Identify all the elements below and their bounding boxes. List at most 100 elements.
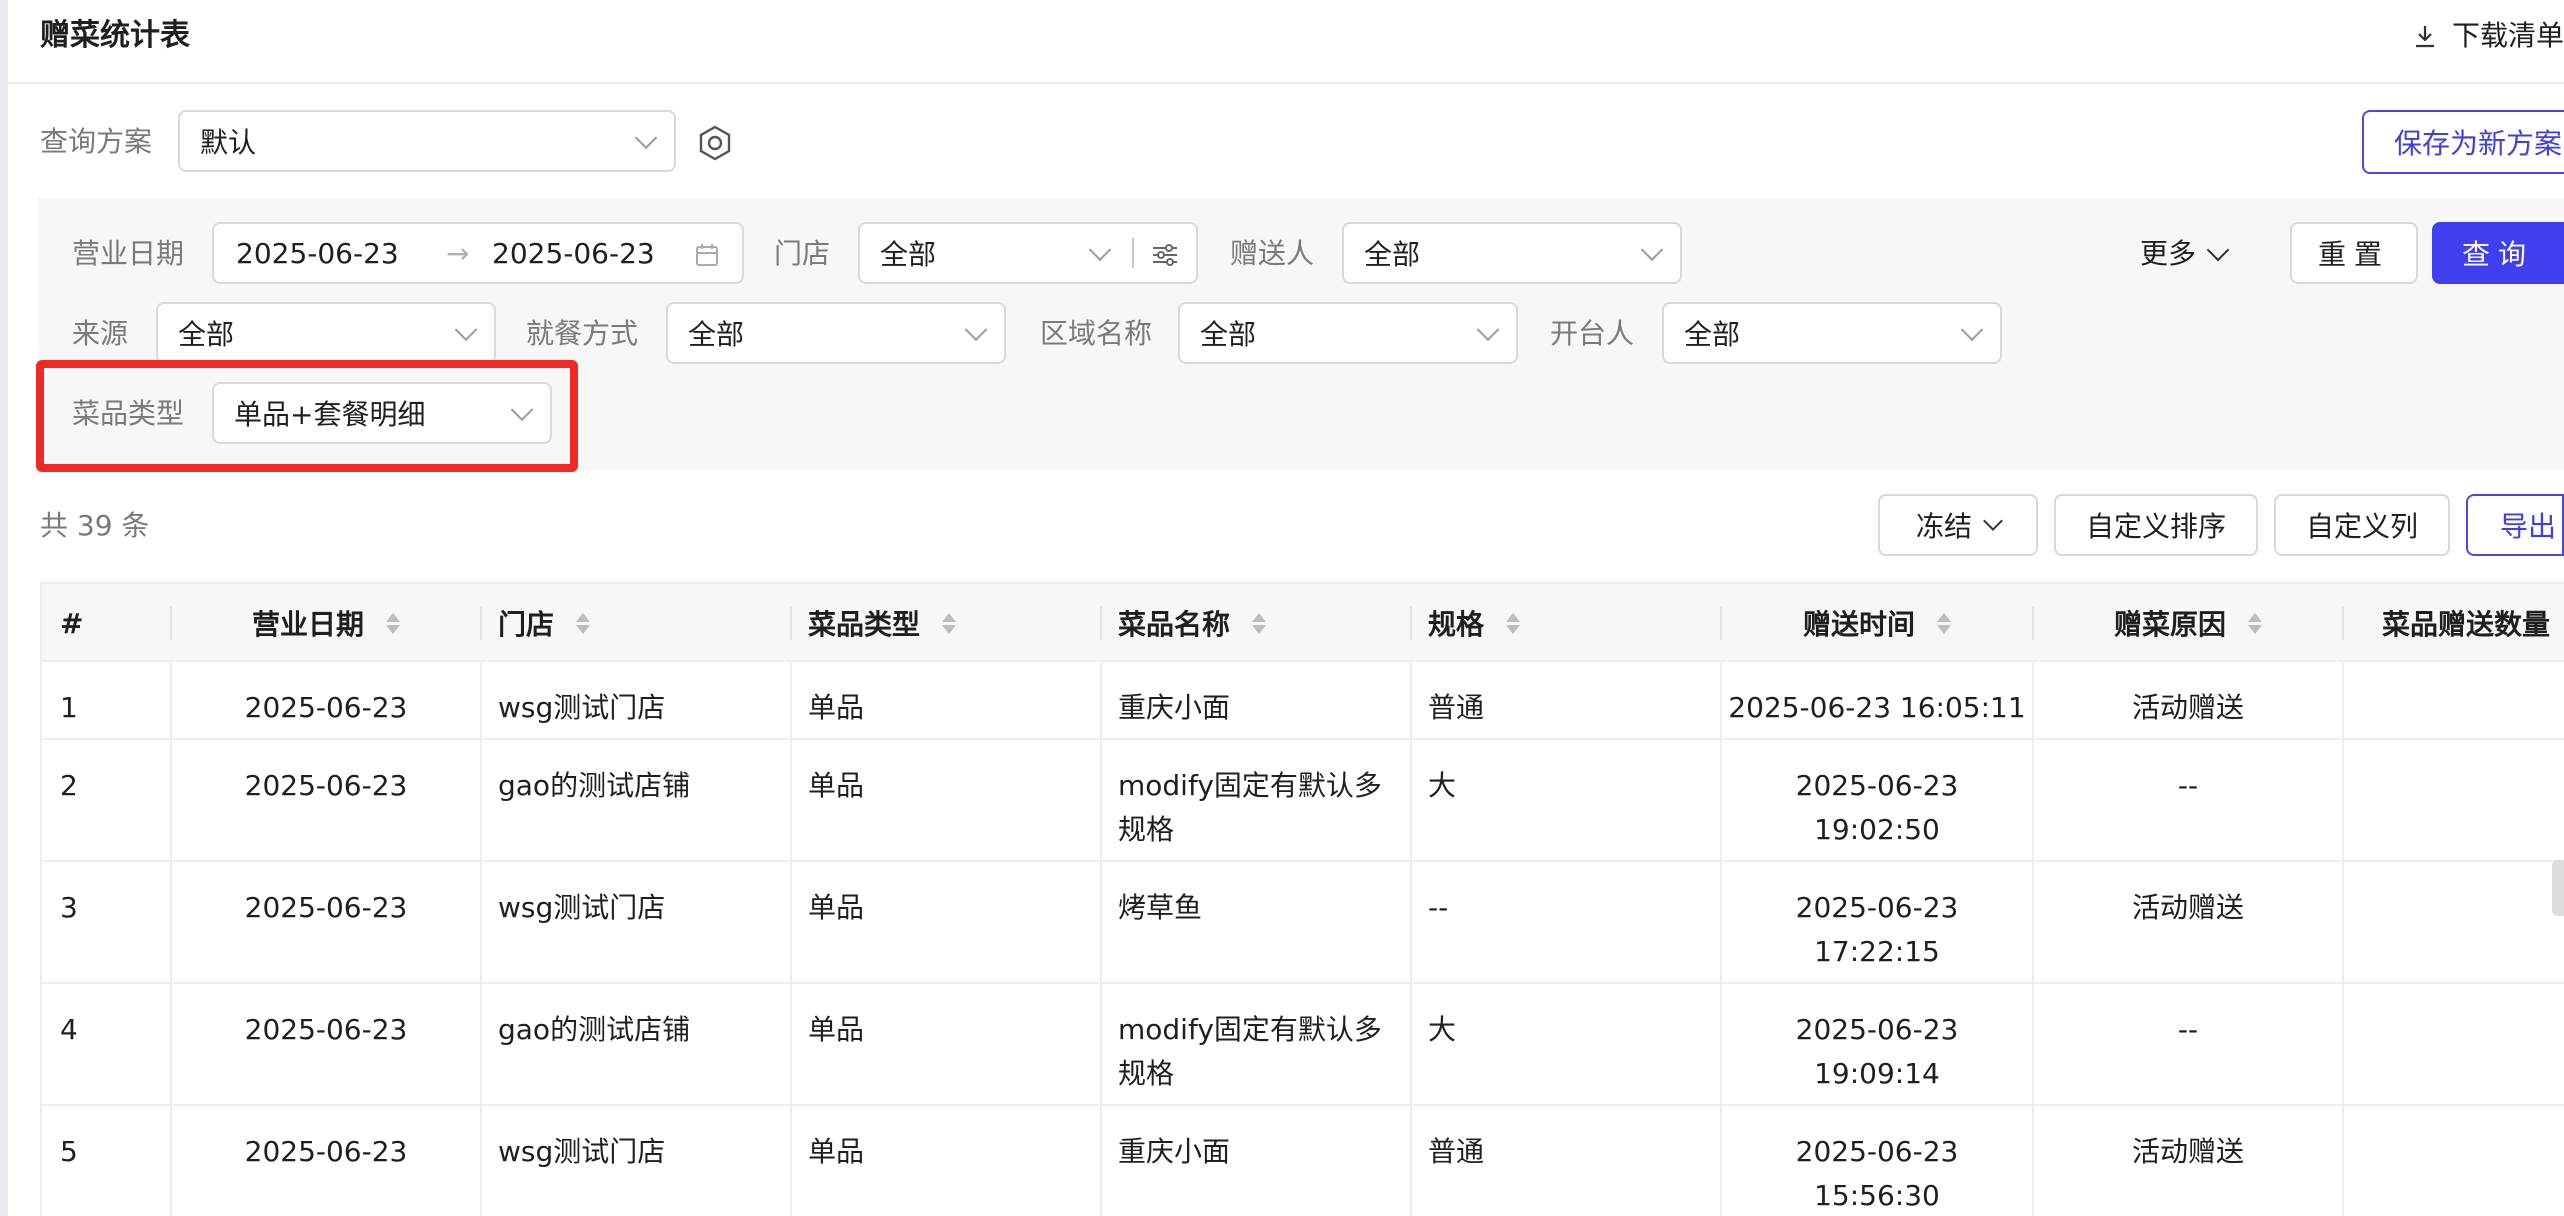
column-header-dish-name[interactable]: 菜品名称 [1118,584,1267,662]
cell-index: 3 [60,891,78,924]
sort-icon[interactable] [576,612,591,634]
cell-dish-name: 重庆小面 [1118,691,1231,724]
chevron-down-icon [454,318,478,342]
date-end[interactable]: 2025-06-23 [492,234,655,274]
chevron-down-icon [634,126,658,150]
cell-store: gao的测试店铺 [498,769,691,802]
dining-mode-select[interactable]: 全部 [666,302,1006,364]
cell-index: 4 [60,1013,78,1046]
table-row[interactable]: 1 2025-06-23 wsg测试门店 单品 重庆小面 普通 2025-06-… [42,662,2564,740]
store-select[interactable]: 全部 [858,222,1198,284]
download-icon [2416,26,2434,48]
dining-mode-label: 就餐方式 [526,317,639,350]
freeze-label: 冻结 [1915,510,1972,543]
custom-columns-button[interactable]: 自定义列 [2274,494,2450,556]
export-button[interactable]: 导出 [2466,494,2564,556]
cell-store: wsg测试门店 [498,1135,666,1168]
divider [1100,606,1102,640]
source-select[interactable]: 全部 [156,302,496,364]
horizontal-scrollbar-thumb[interactable] [2552,860,2564,916]
cell-dish-type: 单品 [808,769,865,802]
cell-business-date: 2025-06-23 [244,691,408,724]
cell-index: 1 [60,691,78,724]
cell-index: 5 [60,1135,78,1168]
query-button[interactable]: 查询 [2432,222,2564,284]
cell-dish-type: 单品 [808,691,865,724]
sort-icon[interactable] [942,612,957,634]
business-date-range-picker[interactable]: 2025-06-23 → 2025-06-23 [212,222,744,284]
area-name-select-value: 全部 [1200,318,1257,351]
download-list-button[interactable]: 下载清单 [2412,16,2564,56]
source-label: 来源 [72,317,129,350]
cell-gift-reason: -- [2177,1013,2199,1046]
cell-business-date: 2025-06-23 [244,1013,408,1046]
more-label: 更多 [2140,237,2197,270]
column-header-business-date[interactable]: 营业日期 [172,584,480,662]
column-header-store[interactable]: 门店 [498,584,591,662]
scheme-label: 查询方案 [40,125,153,158]
store-select-value: 全部 [880,238,937,271]
cell-store: wsg测试门店 [498,691,666,724]
cell-spec: 普通 [1428,1135,1485,1168]
sort-icon[interactable] [2248,612,2262,634]
table-row[interactable]: 5 2025-06-23 wsg测试门店 单品 重庆小面 普通 2025-06-… [42,1106,2564,1216]
download-list-label: 下载清单 [2452,19,2564,52]
left-strip [0,0,8,1216]
cell-gift-reason: 活动赠送 [2131,1135,2244,1168]
filter-settings-icon[interactable] [1150,240,1180,270]
chevron-down-icon [1476,318,1500,342]
divider [2342,606,2344,640]
column-header-gift-reason[interactable]: 赠菜原因 [2034,584,2342,662]
area-name-select[interactable]: 全部 [1178,302,1518,364]
chevron-down-icon [1640,238,1664,262]
chevron-down-icon [1088,238,1112,262]
cell-gift-time: 2025-06-23 19:09:14 [1795,1013,1959,1090]
highlight-annotation-box [36,360,578,472]
sort-icon[interactable] [1252,612,1267,634]
table-row[interactable]: 4 2025-06-23 gao的测试店铺 单品 modify固定有默认多 规格 … [42,984,2564,1106]
total-count: 共 39 条 [40,509,150,542]
custom-sort-button[interactable]: 自定义排序 [2054,494,2258,556]
save-new-scheme-button[interactable]: 保存为新方案 [2362,110,2564,174]
column-header-dish-type[interactable]: 菜品类型 [808,584,957,662]
column-header-spec[interactable]: 规格 [1428,584,1521,662]
sort-icon[interactable] [386,612,400,634]
cell-gift-time: 2025-06-23 15:56:30 [1795,1135,1959,1212]
column-header-index: # [60,606,84,640]
cell-dish-name: modify固定有默认多 规格 [1118,1013,1382,1090]
opener-label: 开台人 [1550,317,1635,350]
chevron-down-icon [1983,511,2003,531]
calendar-icon [696,244,718,266]
column-header-gift-quantity[interactable]: 菜品赠送数量 [2382,584,2550,662]
column-header-gift-time[interactable]: 赠送时间 [1722,584,2032,662]
gear-icon[interactable] [696,124,734,162]
cell-store: wsg测试门店 [498,891,666,924]
range-arrow-icon: → [446,237,470,270]
cell-dish-type: 单品 [808,1135,865,1168]
divider [790,606,792,640]
store-label: 门店 [774,237,831,270]
table-row[interactable]: 2 2025-06-23 gao的测试店铺 单品 modify固定有默认多 规格 … [42,740,2564,862]
scheme-select[interactable]: 默认 [178,110,676,172]
gift-dish-report-page: 赠菜统计表 下载清单 查询方案 默认 保存为新方案 营业日期 2025-06-2… [0,0,2564,1216]
sort-icon[interactable] [1506,612,1521,634]
reset-button[interactable]: 重置 [2290,222,2418,284]
gifter-select[interactable]: 全部 [1342,222,1682,284]
opener-select[interactable]: 全部 [1662,302,2002,364]
sort-icon[interactable] [1937,612,1951,634]
cell-gift-time: 2025-06-23 17:22:15 [1795,891,1959,968]
cell-gift-reason: -- [2177,769,2199,802]
cell-spec: 大 [1428,1013,1457,1046]
date-start[interactable]: 2025-06-23 [236,234,399,274]
cell-store: gao的测试店铺 [498,1013,691,1046]
gifter-select-value: 全部 [1364,238,1421,271]
chevron-down-icon [2206,238,2230,262]
page-title: 赠菜统计表 [40,18,190,53]
more-filters-toggle[interactable]: 更多 [2140,234,2230,274]
table-header: # 营业日期 门店 菜品类型 菜品名称 规格 赠送时间 赠菜原因 菜品赠送数量 [42,584,2564,662]
divider [1132,238,1134,268]
table-row[interactable]: 3 2025-06-23 wsg测试门店 单品 烤草鱼 -- 2025-06-2… [42,862,2564,984]
freeze-button[interactable]: 冻结 [1878,494,2038,556]
cell-business-date: 2025-06-23 [244,891,408,924]
page-header: 赠菜统计表 下载清单 [8,0,2564,84]
